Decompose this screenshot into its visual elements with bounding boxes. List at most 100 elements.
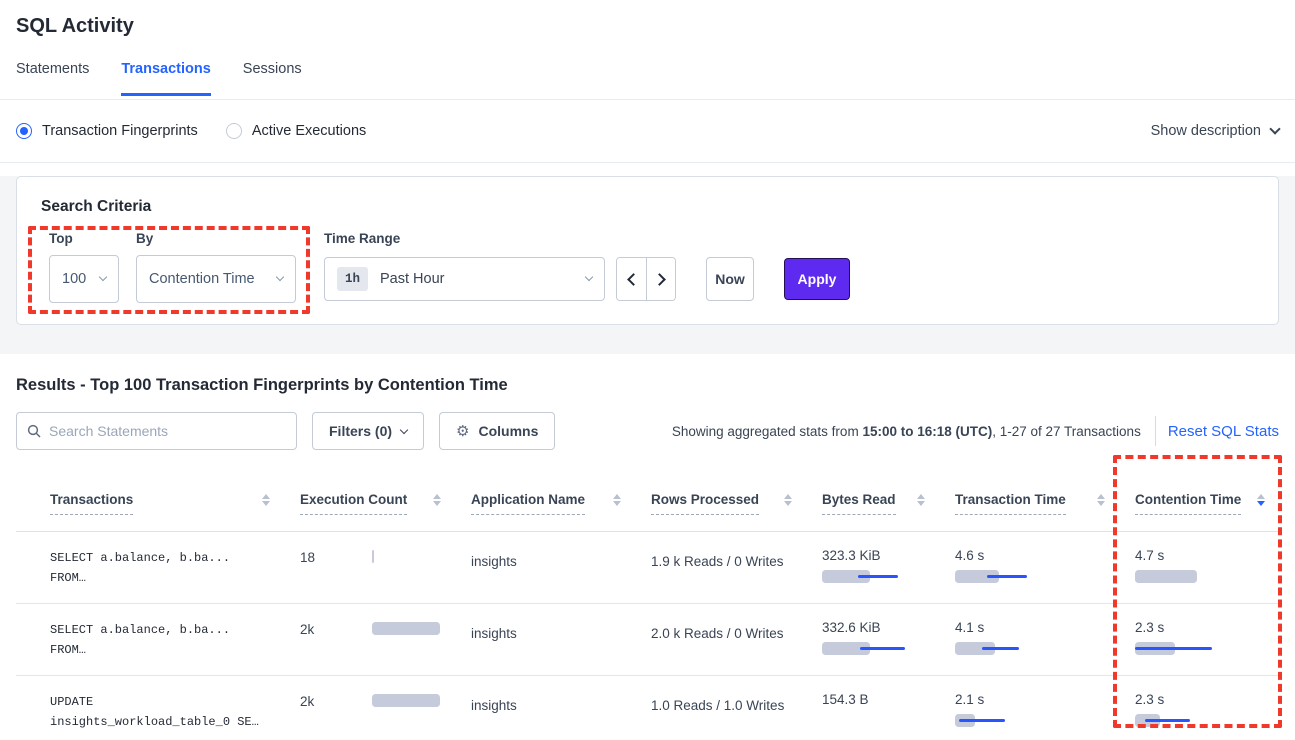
contention-time-cell: 2.3 s [1119, 676, 1279, 740]
page-title: SQL Activity [16, 13, 1279, 39]
next-time-range-button[interactable] [646, 258, 675, 300]
prev-time-range-button[interactable] [617, 258, 646, 300]
tab-sessions[interactable]: Sessions [243, 60, 302, 96]
time-range-select[interactable]: 1h Past Hour [324, 257, 605, 301]
execution-count-bar [372, 550, 441, 563]
stats-time-range: 15:00 to 16:18 (UTC) [862, 424, 992, 439]
column-header-application-name[interactable]: Application Name [455, 468, 635, 531]
page-header: SQL Activity Statements Transactions Ses… [0, 0, 1295, 100]
transaction-fingerprint-link[interactable]: SELECT a.balance, b.ba... FROM… [16, 604, 284, 675]
rows-processed-cell: 1.9 k Reads / 0 Writes [635, 532, 806, 603]
by-select[interactable]: Contention Time [136, 255, 296, 303]
chevron-left-icon [627, 273, 640, 286]
results-heading: Results - Top 100 Transaction Fingerprin… [16, 374, 1279, 396]
sort-icon [433, 494, 441, 506]
by-select-value: Contention Time [149, 271, 255, 287]
tab-bar: Statements Transactions Sessions [16, 60, 1279, 96]
time-range-label: Time Range [324, 231, 400, 246]
chevron-right-icon [653, 273, 666, 286]
transaction-time-bar [955, 570, 1105, 583]
sql-activity-page: SQL Activity Statements Transactions Ses… [0, 0, 1295, 740]
chevron-down-icon [400, 426, 408, 434]
bytes-read-bar [822, 642, 925, 655]
table-header-row: Transactions Execution Count Application… [16, 468, 1279, 532]
transaction-time-cell: 4.6 s [939, 532, 1119, 603]
radio-unselected-icon [226, 123, 242, 139]
filters-button[interactable]: Filters (0) [312, 412, 424, 450]
transaction-fingerprint-link[interactable]: SELECT a.balance, b.ba... FROM… [16, 532, 284, 603]
filters-label: Filters (0) [329, 423, 392, 439]
stats-summary: Showing aggregated stats from 15:00 to 1… [672, 424, 1141, 439]
execution-count-bar [372, 622, 441, 635]
execution-count-cell: 2k [284, 604, 455, 675]
table-row: SELECT a.balance, b.ba... FROM… 18 insig… [16, 532, 1279, 604]
application-name-cell: insights [455, 676, 635, 740]
search-criteria-band: Search Criteria Top 100 By Contention Ti… [0, 176, 1295, 354]
by-label: By [136, 231, 153, 246]
application-name-cell: insights [455, 532, 635, 603]
search-criteria-card: Search Criteria Top 100 By Contention Ti… [16, 176, 1279, 325]
sort-icon-active-desc [1257, 494, 1265, 506]
time-range-value: Past Hour [380, 271, 444, 287]
transaction-fingerprint-link[interactable]: UPDATE insights_workload_table_0 SE… [16, 676, 284, 740]
radio-label: Active Executions [252, 123, 366, 139]
sort-icon [784, 494, 792, 506]
column-header-transaction-time[interactable]: Transaction Time [939, 468, 1119, 531]
chevron-down-icon [99, 273, 107, 281]
contention-time-bar [1135, 570, 1265, 583]
contention-time-cell: 2.3 s [1119, 604, 1279, 675]
apply-button[interactable]: Apply [784, 258, 850, 300]
time-range-pager [616, 257, 676, 301]
column-header-execution-count[interactable]: Execution Count [284, 468, 455, 531]
rows-processed-cell: 2.0 k Reads / 0 Writes [635, 604, 806, 675]
bytes-read-cell: 323.3 KiB [806, 532, 939, 603]
table-row: UPDATE insights_workload_table_0 SE… 2k … [16, 676, 1279, 740]
show-description-toggle[interactable]: Show description [1151, 123, 1279, 139]
view-toggle-bar: Transaction Fingerprints Active Executio… [0, 100, 1295, 163]
transaction-time-cell: 2.1 s [939, 676, 1119, 740]
execution-count-bar [372, 694, 441, 707]
reset-sql-stats-link[interactable]: Reset SQL Stats [1168, 423, 1279, 440]
sort-icon [613, 494, 621, 506]
column-header-bytes-read[interactable]: Bytes Read [806, 468, 939, 531]
contention-time-bar [1135, 714, 1265, 727]
top-select[interactable]: 100 [49, 255, 119, 303]
radio-active-executions[interactable]: Active Executions [226, 123, 366, 139]
sort-icon [917, 494, 925, 506]
bytes-read-bar [822, 714, 925, 727]
search-statements-input[interactable] [49, 423, 286, 439]
transaction-time-bar [955, 714, 1105, 727]
column-header-transactions[interactable]: Transactions [16, 468, 284, 531]
search-statements-box [16, 412, 297, 450]
tab-transactions[interactable]: Transactions [121, 60, 210, 96]
now-button[interactable]: Now [706, 257, 754, 301]
show-description-label: Show description [1151, 123, 1261, 139]
columns-label: Columns [478, 423, 538, 439]
contention-time-cell: 4.7 s [1119, 532, 1279, 603]
transaction-time-cell: 4.1 s [939, 604, 1119, 675]
column-header-contention-time[interactable]: Contention Time [1119, 468, 1279, 531]
chevron-down-icon [1269, 123, 1280, 134]
execution-count-cell: 18 [284, 532, 455, 603]
bytes-read-bar [822, 570, 925, 583]
application-name-cell: insights [455, 604, 635, 675]
divider [1155, 416, 1156, 446]
radio-transaction-fingerprints[interactable]: Transaction Fingerprints [16, 123, 198, 139]
contention-time-bar [1135, 642, 1265, 655]
rows-processed-cell: 1.0 Reads / 1.0 Writes [635, 676, 806, 740]
column-header-rows-processed[interactable]: Rows Processed [635, 468, 806, 531]
transactions-table: Transactions Execution Count Application… [16, 468, 1279, 740]
chevron-down-icon [585, 273, 593, 281]
top-label: Top [49, 231, 73, 246]
transaction-time-bar [955, 642, 1105, 655]
results-toolbar: Filters (0) ⚙ Columns Showing aggregated… [16, 412, 1279, 450]
bytes-read-cell: 154.3 B [806, 676, 939, 740]
columns-button[interactable]: ⚙ Columns [439, 412, 555, 450]
search-icon [27, 424, 41, 438]
gear-icon: ⚙ [456, 422, 469, 440]
table-row: SELECT a.balance, b.ba... FROM… 2k insig… [16, 604, 1279, 676]
sort-icon [1097, 494, 1105, 506]
bytes-read-cell: 332.6 KiB [806, 604, 939, 675]
tab-statements[interactable]: Statements [16, 60, 89, 96]
chevron-down-icon [276, 273, 284, 281]
